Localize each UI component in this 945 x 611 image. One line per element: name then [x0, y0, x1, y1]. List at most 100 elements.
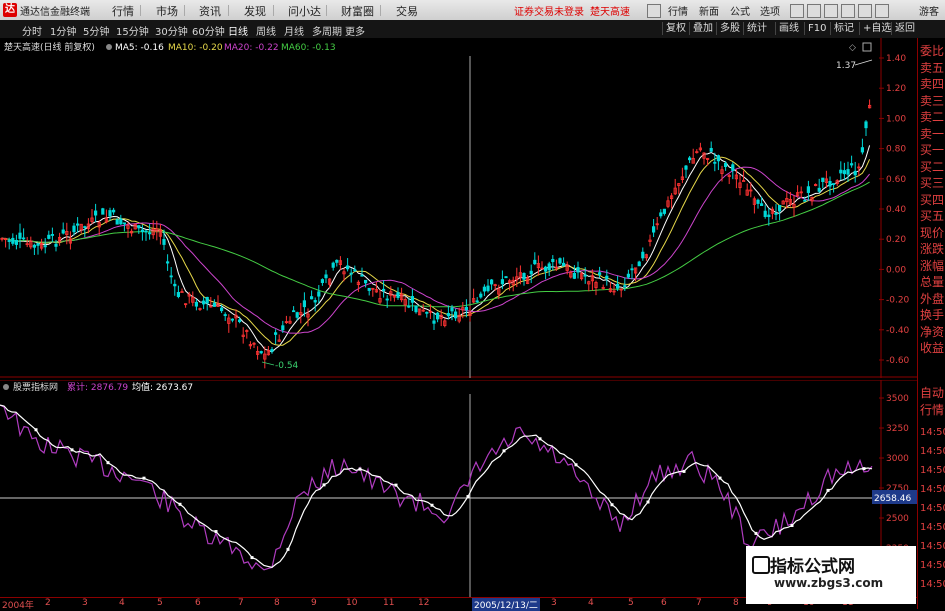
- mark-button[interactable]: 标记: [830, 22, 857, 35]
- side-panel-item: 涨幅: [920, 258, 945, 273]
- candle-body: [637, 261, 641, 267]
- candle-body: [54, 243, 58, 247]
- candle-body: [230, 318, 234, 321]
- candle-body: [616, 283, 620, 289]
- minimize-icon[interactable]: [858, 4, 872, 18]
- candle-body: [662, 208, 667, 214]
- period-tab-1min[interactable]: 1分钟: [50, 23, 76, 38]
- x-axis-label: 9: [311, 598, 317, 608]
- period-tab-daily[interactable]: 日线: [228, 23, 248, 38]
- candle-body: [806, 186, 811, 193]
- help-icon[interactable]: [841, 4, 855, 18]
- candle-body: [331, 262, 335, 268]
- menu-item-wealth[interactable]: 财富圈: [341, 3, 374, 19]
- multi-stock-button[interactable]: 多股: [716, 22, 743, 35]
- candle-body: [630, 268, 634, 271]
- x-axis-label: 2: [45, 598, 51, 608]
- candle-body: [18, 232, 22, 239]
- candle-body: [21, 237, 26, 240]
- options-button[interactable]: 选项: [760, 3, 780, 18]
- candle-body: [212, 302, 216, 307]
- side-panel-item: 买四: [920, 192, 945, 207]
- candle-body: [623, 285, 627, 288]
- message-icon[interactable]: [824, 4, 838, 18]
- candle-body: [83, 226, 87, 228]
- period-tab-intraday[interactable]: 分时: [22, 23, 42, 38]
- candle-body: [94, 210, 98, 216]
- watermark: 指标公式网 www.zbgs3.com: [746, 546, 916, 604]
- candle-body: [335, 259, 339, 263]
- candle-body: [219, 307, 224, 312]
- back-button[interactable]: 返回: [891, 22, 918, 35]
- menu-item-trade[interactable]: 交易: [396, 3, 418, 19]
- period-tab-monthly[interactable]: 月线: [284, 23, 304, 38]
- candle-body: [43, 245, 47, 248]
- candle-body: [475, 300, 479, 303]
- watermark-logo-icon: [752, 556, 770, 574]
- statistics-button[interactable]: 统计: [743, 22, 770, 35]
- side-panel-item: 卖二: [920, 110, 945, 124]
- menu-item-news[interactable]: 资讯: [199, 3, 221, 19]
- window-icon[interactable]: [647, 4, 661, 18]
- candle-body: [407, 305, 411, 308]
- candle-body: [464, 306, 469, 311]
- skin-icon[interactable]: [807, 4, 821, 18]
- side-panel-item[interactable]: 自动: [920, 386, 944, 400]
- guest-user-label[interactable]: 游客: [919, 3, 939, 18]
- quotes-button[interactable]: 行情: [668, 3, 688, 18]
- candle-body: [47, 234, 51, 239]
- crosshair-date-label: 2005/12/13/二: [472, 598, 540, 611]
- candle-body: [410, 296, 415, 303]
- formula-button[interactable]: 公式: [730, 3, 750, 18]
- f10-button[interactable]: F10: [804, 22, 829, 35]
- candle-body: [562, 262, 566, 267]
- side-panel-item: 卖一: [920, 126, 945, 141]
- x-axis-label: 4: [119, 598, 125, 608]
- overlay-button[interactable]: 叠加: [689, 22, 716, 35]
- side-panel-item: 现价: [920, 225, 945, 240]
- candle-body: [76, 223, 80, 226]
- candlestick-chart[interactable]: 1.40 1.20 1.00 0.80 0.60 0.40 0.20 0.00 -0.20 -0.…: [0, 38, 917, 378]
- new-layout-button[interactable]: 新面: [699, 3, 719, 18]
- draw-line-button[interactable]: 画线: [775, 22, 802, 35]
- candle-body: [353, 269, 357, 272]
- candle-body: [767, 214, 771, 218]
- period-tab-15min[interactable]: 15分钟: [116, 23, 149, 38]
- maximize-icon[interactable]: [875, 4, 889, 18]
- add-watchlist-button[interactable]: +自选: [859, 22, 894, 35]
- candle-body: [529, 270, 533, 275]
- y-axis-label: -0.40: [886, 326, 910, 336]
- candle-body: [313, 300, 317, 303]
- candle-body: [381, 288, 386, 292]
- side-panel-item[interactable]: 行情: [920, 403, 944, 417]
- adjust-button[interactable]: 复权: [662, 22, 689, 35]
- period-tab-5min[interactable]: 5分钟: [83, 23, 109, 38]
- period-tab-more[interactable]: 更多: [345, 23, 365, 38]
- x-axis-label: 11: [383, 598, 395, 608]
- x-axis-label: 5: [157, 598, 163, 608]
- candle-body: [11, 237, 15, 244]
- period-tab-weekly[interactable]: 周线: [256, 23, 276, 38]
- app-title: 通达信金融终端: [20, 7, 90, 18]
- candle-body: [259, 351, 263, 354]
- settings-icon[interactable]: [790, 4, 804, 18]
- candle-body: [295, 312, 299, 318]
- menu-item-market[interactable]: 市场: [156, 3, 178, 19]
- period-tab-60min[interactable]: 60分钟: [192, 23, 225, 38]
- candle-body: [842, 170, 847, 175]
- candle-body: [626, 273, 631, 278]
- period-tab-30min[interactable]: 30分钟: [155, 23, 188, 38]
- menu-item-quotes[interactable]: 行情: [112, 3, 134, 19]
- candle-body: [576, 267, 580, 273]
- login-notice[interactable]: 证券交易未登录: [514, 3, 584, 18]
- period-tab-multi[interactable]: 多周期: [312, 23, 342, 38]
- side-panel-item: 涨跌: [920, 242, 945, 256]
- candle-body: [432, 320, 436, 324]
- menu-item-ask-xiaoda[interactable]: 问小达: [288, 3, 321, 19]
- candle-body: [309, 296, 314, 300]
- candle-body: [50, 234, 55, 236]
- x-axis-label: 2004年: [2, 601, 34, 611]
- menu-item-discover[interactable]: 发现: [244, 3, 266, 19]
- side-panel-item: 14:50: [920, 579, 945, 590]
- candle-body: [453, 311, 458, 319]
